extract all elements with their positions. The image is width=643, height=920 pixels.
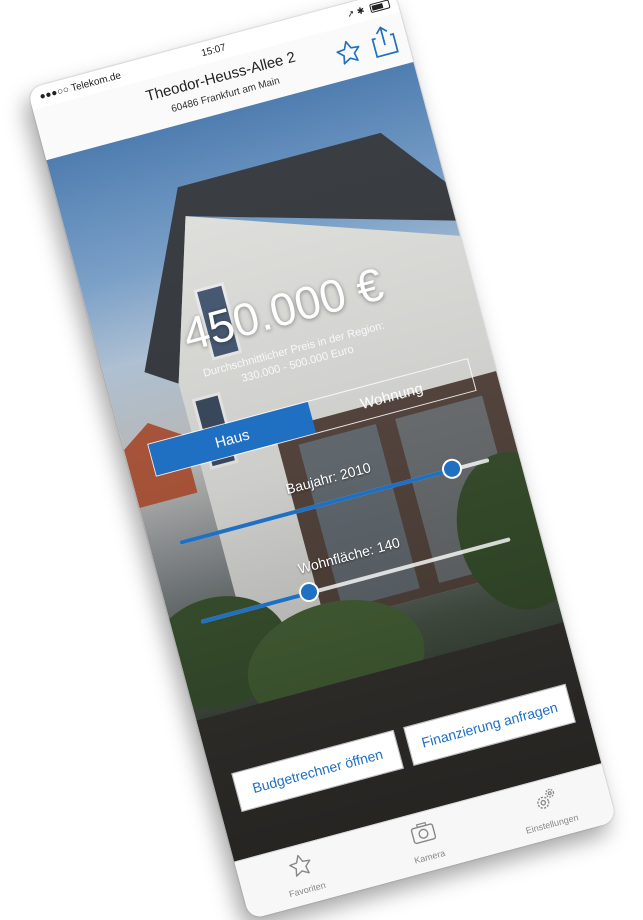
phone-screen: ●●●○○ Telekom.de 15:07 ➚ ✱ Theodor-Heuss… (27, 0, 617, 920)
camera-icon (410, 821, 437, 845)
status-icons: ➚ ✱ (345, 5, 366, 20)
hero-overlay (46, 61, 602, 862)
gears-icon (536, 788, 554, 809)
star-icon (289, 854, 311, 877)
hero-section: 450.000 € Durchschnittlicher Preis in de… (46, 61, 602, 862)
